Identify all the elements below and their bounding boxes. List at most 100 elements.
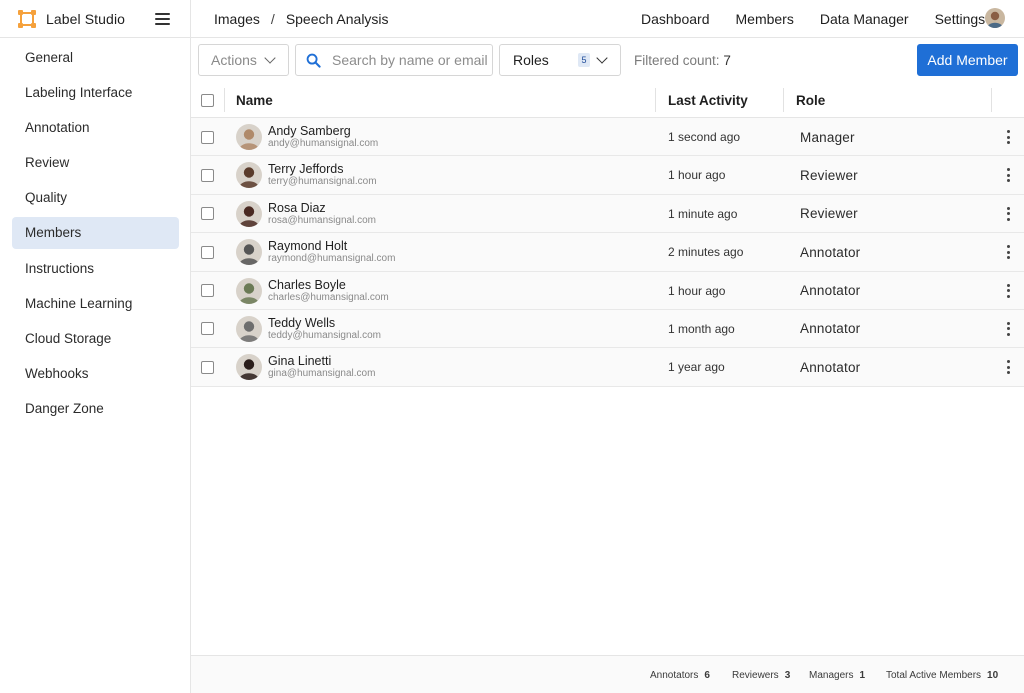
- row-checkbox[interactable]: [201, 207, 214, 221]
- actions-dropdown[interactable]: Actions: [198, 44, 289, 76]
- managers-label: Managers: [809, 670, 854, 681]
- sidebar-item-instructions[interactable]: Instructions: [12, 252, 179, 284]
- roles-label: Roles: [513, 52, 549, 68]
- column-role[interactable]: Role: [796, 82, 825, 118]
- nav-members[interactable]: Members: [736, 11, 794, 27]
- sidebar-item-general[interactable]: General: [12, 41, 179, 73]
- row-select-cell: [201, 348, 214, 386]
- member-email: teddy@humansignal.com: [268, 329, 381, 341]
- table-row[interactable]: Charles Boyle charles@humansignal.com 1 ho…: [191, 271, 1024, 310]
- select-all-checkbox[interactable]: [201, 93, 214, 107]
- managers-stat: Managers 1: [809, 670, 865, 681]
- table-row[interactable]: Teddy Wells teddy@humansignal.com 1 month …: [191, 309, 1024, 349]
- nav-dashboard[interactable]: Dashboard: [641, 11, 710, 27]
- more-vertical-icon[interactable]: [1006, 245, 1010, 260]
- sidebar-item-review[interactable]: Review: [12, 147, 179, 179]
- table-row[interactable]: Raymond Holt raymond@humansignal.com 2 min…: [191, 233, 1024, 272]
- member-cell: Terry Jeffords terry@humansignal.com: [236, 156, 377, 194]
- menu-icon[interactable]: [155, 13, 170, 25]
- sidebar-item-webhooks[interactable]: Webhooks: [12, 358, 179, 390]
- table-row[interactable]: Andy Samberg andy@humansignal.com 1 second…: [191, 118, 1024, 157]
- roles-filter-dropdown[interactable]: Roles 5: [499, 44, 621, 76]
- nav-settings[interactable]: Settings: [935, 11, 986, 27]
- avatar: [236, 239, 262, 266]
- filtered-count-value: 7: [723, 53, 731, 68]
- top-bar: Label Studio Images / Speech Analysis Da…: [0, 0, 1024, 38]
- roles-count-badge: 5: [578, 53, 590, 67]
- managers-count: 1: [859, 670, 866, 681]
- sidebar-item-annotation[interactable]: Annotation: [12, 111, 179, 143]
- search-icon: [306, 53, 321, 68]
- row-menu-cell: [1006, 156, 1010, 194]
- member-name: Raymond Holt: [268, 239, 348, 254]
- member-email: gina@humansignal.com: [268, 368, 376, 380]
- annotators-count: 6: [704, 670, 710, 681]
- member-name: Terry Jeffords: [268, 162, 344, 177]
- member-cell: Teddy Wells teddy@humansignal.com: [236, 310, 381, 348]
- member-name: Teddy Wells: [268, 315, 336, 330]
- row-select-cell: [201, 272, 214, 310]
- row-checkbox[interactable]: [201, 245, 214, 259]
- avatar: [236, 162, 262, 189]
- row-checkbox[interactable]: [201, 360, 214, 374]
- table-body: Andy Samberg andy@humansignal.com 1 second…: [191, 118, 1024, 387]
- nav-data-manager[interactable]: Data Manager: [820, 11, 909, 27]
- last-activity: 1 second ago: [668, 130, 741, 144]
- top-nav: Dashboard Members Data Manager Settings: [641, 0, 1011, 38]
- filtered-count: Filtered count: 7: [634, 53, 731, 68]
- member-cell: Gina Linetti gina@humansignal.com: [236, 348, 375, 386]
- breadcrumb: Images / Speech Analysis: [214, 0, 389, 38]
- sidebar-item-quality[interactable]: Quality: [12, 182, 179, 214]
- more-vertical-icon[interactable]: [1006, 321, 1010, 336]
- member-cell: Andy Samberg andy@humansignal.com: [236, 118, 378, 156]
- row-select-cell: [201, 118, 214, 156]
- member-name: Rosa Diaz: [268, 200, 326, 215]
- more-vertical-icon[interactable]: [1006, 168, 1010, 183]
- member-role: Reviewer: [800, 167, 858, 183]
- more-vertical-icon[interactable]: [1006, 130, 1010, 144]
- member-role: Annotator: [800, 321, 861, 337]
- last-activity: 1 month ago: [668, 321, 735, 336]
- sidebar-item-danger-zone[interactable]: Danger Zone: [12, 393, 179, 425]
- member-cell: Raymond Holt raymond@humansignal.com: [236, 233, 395, 271]
- member-cell: Rosa Diaz rosa@humansignal.com: [236, 195, 376, 233]
- row-checkbox[interactable]: [201, 322, 214, 336]
- avatar: [236, 315, 262, 342]
- breadcrumb-project[interactable]: Speech Analysis: [286, 11, 389, 27]
- table-row[interactable]: Gina Linetti gina@humansignal.com 1 year a…: [191, 348, 1024, 387]
- member-role: Annotator: [800, 359, 861, 375]
- breadcrumb-separator: /: [270, 11, 275, 27]
- member-name: Gina Linetti: [268, 354, 332, 369]
- row-select-cell: [201, 195, 214, 233]
- column-last-activity[interactable]: Last Activity: [668, 82, 748, 118]
- add-member-button[interactable]: Add Member: [917, 44, 1018, 76]
- annotators-label: Annotators: [650, 670, 699, 681]
- more-vertical-icon[interactable]: [1006, 360, 1010, 375]
- sidebar-item-machine-learning[interactable]: Machine Learning: [12, 287, 179, 319]
- table-row[interactable]: Rosa Diaz rosa@humansignal.com 1 minute ag…: [191, 194, 1024, 234]
- row-checkbox[interactable]: [201, 130, 214, 144]
- brand: Label Studio: [0, 0, 191, 38]
- user-avatar[interactable]: [985, 8, 1005, 28]
- column-name[interactable]: Name: [236, 82, 273, 118]
- sidebar-item-members[interactable]: Members: [12, 216, 179, 249]
- member-email: raymond@humansignal.com: [268, 253, 396, 265]
- row-checkbox[interactable]: [201, 284, 214, 298]
- sidebar-item-labeling-interface[interactable]: Labeling Interface: [12, 76, 179, 108]
- table-row[interactable]: Terry Jeffords terry@humansignal.com 1 hou…: [191, 156, 1024, 195]
- sidebar-item-cloud-storage[interactable]: Cloud Storage: [12, 323, 179, 355]
- search-input[interactable]: [332, 52, 492, 68]
- table-header: Name Last Activity Role: [191, 82, 1024, 118]
- member-role: Annotator: [800, 244, 861, 260]
- chevron-down-icon: [264, 52, 276, 64]
- more-vertical-icon[interactable]: [1006, 206, 1010, 221]
- row-checkbox[interactable]: [201, 168, 214, 182]
- last-activity: 1 year ago: [668, 360, 725, 375]
- more-vertical-icon[interactable]: [1006, 283, 1010, 298]
- app-name: Label Studio: [46, 11, 126, 27]
- member-role: Manager: [800, 129, 855, 145]
- member-email: terry@humansignal.com: [268, 176, 377, 188]
- breadcrumb-images[interactable]: Images: [214, 11, 260, 27]
- avatar: [236, 124, 262, 150]
- search-box[interactable]: [295, 44, 493, 76]
